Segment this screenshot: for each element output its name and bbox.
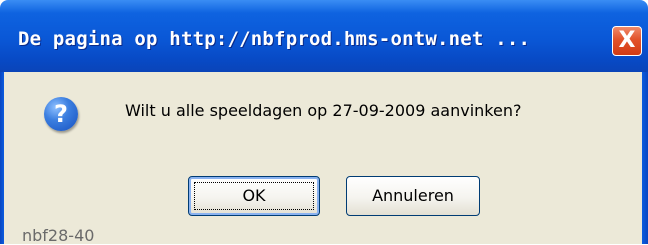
ok-focus-rect	[194, 182, 314, 210]
background-page-text: nbf28-40	[22, 226, 95, 245]
dialog-title: De pagina op http://nbfprod.hms-ontw.net…	[18, 28, 531, 50]
close-icon: X	[618, 28, 636, 53]
dialog-message: Wilt u alle speeldagen op 27-09-2009 aan…	[125, 101, 522, 120]
cancel-button[interactable]: Annuleren	[346, 176, 480, 216]
dialog-frame-right	[642, 72, 648, 244]
dialog-body	[4, 72, 642, 244]
dialog-titlebar[interactable]: De pagina op http://nbfprod.hms-ontw.net…	[0, 0, 648, 72]
cancel-button-label: Annuleren	[372, 186, 454, 205]
confirm-dialog: De pagina op http://nbfprod.hms-ontw.net…	[0, 0, 648, 245]
ok-button[interactable]: OK	[188, 176, 320, 216]
close-button[interactable]: X	[612, 26, 642, 56]
question-icon: ?	[44, 97, 78, 131]
